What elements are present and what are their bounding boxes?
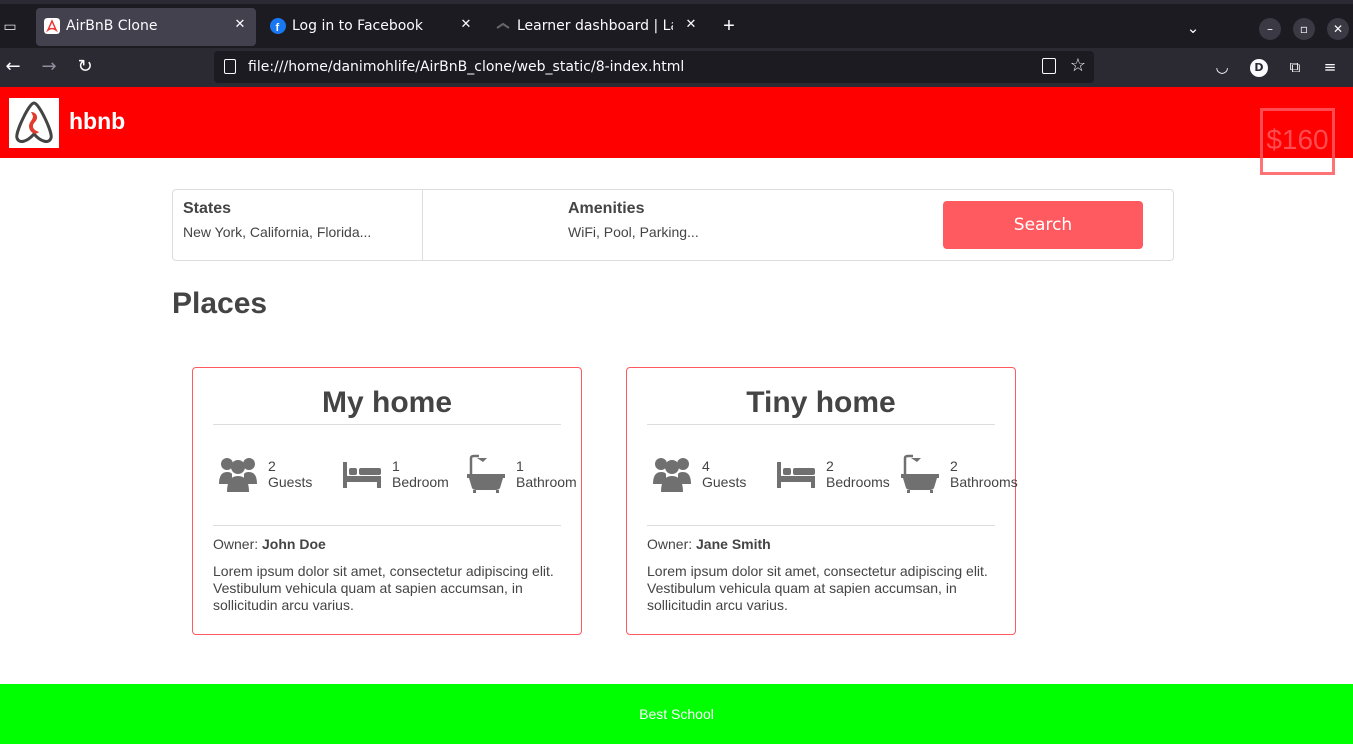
url-bar[interactable]: file:///home/danimohlife/AirBnB_clone/we…	[214, 51, 1094, 83]
airbnb-favicon-icon	[44, 18, 60, 34]
svg-text:f: f	[276, 22, 280, 34]
guests-icon	[653, 458, 691, 492]
tab-airbnb-clone[interactable]: AirBnB Clone ✕	[36, 8, 256, 46]
close-window-button[interactable]: ✕	[1327, 18, 1349, 40]
amenities-filter-title: Amenities	[568, 200, 645, 217]
place-description: Lorem ipsum dolor sit amet, consectetur …	[647, 563, 988, 613]
guests-count: 2	[268, 458, 276, 474]
account-avatar[interactable]: D	[1250, 59, 1268, 77]
amenities-filter-value: WiFi, Pool, Parking...	[568, 224, 699, 240]
guests-info: 2 Guests	[217, 454, 337, 494]
new-tab-button[interactable]: +	[718, 16, 740, 38]
bathrooms-label: Bathroom	[516, 474, 577, 490]
states-filter-title: States	[183, 200, 232, 217]
browser-nav-bar: ← → ↻ file:///home/danimohlife/AirBnB_cl…	[0, 48, 1353, 87]
forward-icon[interactable]: →	[38, 56, 60, 78]
bedrooms-info: 1 Bedroom	[341, 454, 451, 494]
card-divider	[647, 525, 995, 526]
tab-facebook[interactable]: f Log in to Facebook ✕	[262, 8, 482, 46]
restore-button[interactable]: ▫	[1293, 18, 1315, 40]
reader-view-icon[interactable]	[1042, 58, 1056, 74]
bedrooms-count: 2	[826, 458, 834, 474]
bedrooms-info: 2 Bedrooms	[775, 454, 890, 494]
facebook-favicon-icon: f	[270, 18, 286, 34]
reload-icon[interactable]: ↻	[74, 56, 96, 78]
bathrooms-count: 1	[516, 458, 524, 474]
bathrooms-count: 2	[950, 458, 958, 474]
guests-count: 4	[702, 458, 710, 474]
browser-tab-bar: ▭ AirBnB Clone ✕ f Log in to Facebook ✕ …	[0, 0, 1353, 48]
amenities-filter[interactable]: Amenities WiFi, Pool, Parking...	[568, 190, 868, 260]
site-header: hbnb $160	[0, 87, 1353, 175]
url-text[interactable]: file:///home/danimohlife/AirBnB_clone/we…	[248, 59, 684, 75]
lago-favicon-icon	[496, 22, 510, 29]
airbnb-logo[interactable]	[9, 98, 59, 148]
states-filter-value: New York, California, Florida...	[183, 224, 372, 240]
airbnb-logo-icon	[15, 101, 53, 143]
guests-label: Guests	[702, 474, 747, 490]
place-description: Lorem ipsum dolor sit amet, consectetur …	[213, 563, 554, 613]
bathtub-icon	[901, 454, 939, 493]
place-card: Tiny home 4 Guests 2 Bedrooms 2 Bathroom…	[626, 367, 1018, 635]
guests-info: 4 Guests	[651, 454, 771, 494]
tab-title: Learner dashboard | Lago	[517, 18, 673, 34]
tab-learner-dashboard[interactable]: Learner dashboard | Lago ✕	[487, 8, 707, 46]
tab-list-icon[interactable]: ▭	[0, 18, 20, 38]
search-filters: States New York, California, Florida... …	[172, 189, 1174, 261]
bed-icon	[777, 462, 815, 488]
bathrooms-label: Bathrooms	[950, 474, 1018, 490]
owner-prefix: Owner:	[213, 536, 259, 552]
menu-icon[interactable]: ≡	[1320, 57, 1340, 77]
site-footer: Best School	[0, 684, 1353, 744]
owner-line: Owner: John Doe	[213, 536, 326, 552]
tab-title: Log in to Facebook	[292, 18, 423, 34]
bathtub-icon	[467, 454, 505, 493]
bedrooms-label: Bedrooms	[826, 474, 890, 490]
bed-icon	[343, 462, 381, 488]
back-icon[interactable]: ←	[2, 56, 24, 78]
bookmark-star-icon[interactable]: ☆	[1070, 55, 1086, 76]
owner-prefix: Owner:	[647, 536, 693, 552]
brand-name: hbnb	[69, 108, 126, 134]
bathrooms-info: 1 Bathroom	[465, 454, 581, 494]
place-name: Tiny home	[647, 386, 995, 425]
place-card: My home 2 Guests 1 Bedroom 1 Bathroom Ow…	[192, 367, 582, 635]
states-filter[interactable]: States New York, California, Florida...	[173, 190, 423, 260]
close-tab-icon[interactable]: ✕	[232, 17, 248, 33]
bedrooms-count: 1	[392, 458, 400, 474]
extensions-icon[interactable]: ⧉	[1285, 57, 1305, 77]
file-page-icon	[224, 59, 236, 74]
search-button[interactable]: Search	[943, 201, 1143, 249]
web-page: hbnb $160 States New York, California, F…	[0, 87, 1353, 744]
owner-line: Owner: Jane Smith	[647, 536, 771, 552]
place-name: My home	[213, 386, 561, 425]
guests-icon	[219, 458, 257, 492]
card-divider	[213, 525, 561, 526]
list-all-tabs-icon[interactable]: ⌄	[1183, 18, 1203, 38]
close-tab-icon[interactable]: ✕	[683, 17, 699, 33]
owner-name: Jane Smith	[696, 536, 771, 552]
pocket-icon[interactable]: ◡	[1212, 57, 1232, 77]
places-title: Places	[172, 287, 268, 320]
bedrooms-label: Bedroom	[392, 474, 449, 490]
bathrooms-info: 2 Bathrooms	[899, 454, 1018, 494]
price-badge: $160	[1260, 108, 1335, 175]
close-tab-icon[interactable]: ✕	[458, 17, 474, 33]
minimize-button[interactable]: –	[1259, 18, 1281, 40]
guests-label: Guests	[268, 474, 313, 490]
owner-name: John Doe	[262, 536, 326, 552]
tab-title: AirBnB Clone	[66, 18, 158, 34]
